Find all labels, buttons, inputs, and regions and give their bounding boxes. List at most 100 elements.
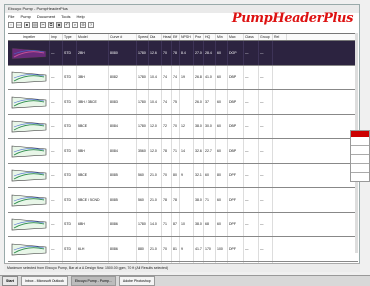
cell-min: 60 <box>216 139 228 163</box>
print-icon[interactable]: ▤ <box>32 22 38 28</box>
cell-model: 6BH <box>77 212 109 236</box>
cell-hq: 28.4 <box>204 41 216 65</box>
menu-item-tools[interactable]: Tools <box>61 13 70 20</box>
task-pump-app[interactable]: Ebcuyo Pump - Pump... <box>70 276 116 286</box>
cell-npsh: 8.4 <box>180 41 194 65</box>
column-header-type[interactable]: Type <box>63 34 77 40</box>
cell-cls: — <box>244 212 259 236</box>
column-header-rel[interactable]: Rel <box>273 34 287 40</box>
cell-model: 6LH <box>77 237 109 261</box>
column-header-model[interactable]: Model <box>77 34 109 40</box>
cell-hq: 71 <box>204 188 216 212</box>
column-header-npsh[interactable]: NPSH <box>180 34 194 40</box>
column-header-speed[interactable]: Speed <box>137 34 149 40</box>
menu-item-pump[interactable]: Pump <box>20 13 30 20</box>
column-header-dia[interactable]: Dia <box>149 34 162 40</box>
cell-hq: 30.0 <box>204 114 216 138</box>
cell-max: DBP <box>228 139 244 163</box>
table-row[interactable]: — STD 6LH 8086 880 21.0 70 81 9 41.7 170 100 DPF — — <box>8 237 358 262</box>
cell-hq: 68 <box>204 212 216 236</box>
app-window: Ebcuyo Pump - PumpHeaderPlus File Pump Doc… <box>4 4 360 272</box>
cell-model: 5BCE <box>77 163 109 187</box>
start-button[interactable]: Start <box>2 276 18 286</box>
column-header-hq[interactable]: HQ <box>204 34 216 40</box>
cell-min: 100 <box>216 237 228 261</box>
impeller-thumbnail <box>8 90 50 114</box>
cell-grp: — <box>259 237 273 261</box>
menu-item-document[interactable]: Document <box>37 13 55 20</box>
cell-eff: 70 <box>172 114 180 138</box>
undo-icon[interactable]: ↶ <box>64 22 70 28</box>
impeller-thumbnail <box>8 114 50 138</box>
impeller-thumbnail <box>8 212 50 236</box>
table-row[interactable]: — STD 5BH 8084 3560 12.0 78 71 14 32.6 22.7 60 DBP — — <box>8 139 358 164</box>
cell-type: STD <box>63 65 77 89</box>
cell-max: DPF <box>228 212 244 236</box>
paste-icon[interactable]: ▣ <box>56 22 62 28</box>
menu-item-help[interactable]: Help <box>76 13 84 20</box>
table-row[interactable]: — STD 5BCE 8084 1780 12.0 72 70 12 38.0 30.0 60 DBP —… <box>8 114 358 139</box>
cell-imp: — <box>50 212 63 236</box>
cell-cls: — <box>244 139 259 163</box>
cell-curve: 8086 <box>109 237 137 261</box>
table-row[interactable]: — STD 3BH / 3BCE 8083 1780 10.4 74 75 26.0 37 60 DB… <box>8 90 358 115</box>
cell-curve: 8083 <box>109 90 137 114</box>
cell-type: STD <box>63 237 77 261</box>
column-header-eff[interactable]: Eff <box>172 34 180 40</box>
column-header-max[interactable]: Max <box>228 34 244 40</box>
cell-eff: 87 <box>172 212 180 236</box>
column-header-impeller[interactable]: Impeller <box>8 34 50 40</box>
table-row[interactable]: — STD 2BH 8080 1780 12.6 70 78 8.4 27.0 28.4 60 DOP —… <box>8 41 358 66</box>
cell-type: STD <box>63 114 77 138</box>
zoom-icon[interactable]: ⊕ <box>80 22 86 28</box>
cell-head: 78 <box>162 188 172 212</box>
cell-head: 70 <box>162 163 172 187</box>
pump-table: Impeller Imp Type Model Curve # Speed Dia Head E… <box>8 33 358 271</box>
cell-curve: 8082 <box>109 65 137 89</box>
menu-item-file[interactable]: File <box>8 13 14 20</box>
save-icon[interactable]: ■ <box>24 22 30 28</box>
table-row[interactable]: — STD 3BH 8082 1780 10.4 74 74 19 26.8 41.0 60 DBP — — <box>8 65 358 90</box>
cell-min: 80 <box>216 163 228 187</box>
open-icon[interactable]: ▭ <box>16 22 22 28</box>
cell-npsh <box>180 188 194 212</box>
find-icon[interactable]: ⌕ <box>72 22 78 28</box>
impeller-thumbnail <box>8 139 50 163</box>
column-header-group[interactable]: Group <box>259 34 273 40</box>
cell-hq: 22.7 <box>204 139 216 163</box>
cell-pwr: 38.0 <box>194 212 204 236</box>
popup-cell <box>351 164 369 173</box>
column-header-class[interactable]: Class <box>244 34 259 40</box>
column-header-imp[interactable]: Imp <box>50 34 63 40</box>
table-row[interactable]: — STD 6BH 8086 1780 14.0 71 87 10 38.0 68 60 DPF — — <box>8 212 358 237</box>
taskbar: Start Inbox - Microsoft Outlook Ebcuyo P… <box>0 275 370 286</box>
cell-head: 70 <box>162 237 172 261</box>
cell-imp: — <box>50 163 63 187</box>
cell-npsh: 14 <box>180 139 194 163</box>
cell-dia: 12.0 <box>149 114 162 138</box>
table-row[interactable]: — STD 5BCE / 5CND 8085 560 21.0 78 78 38.0 71 60 DP… <box>8 188 358 213</box>
new-icon[interactable]: ▫ <box>8 22 14 28</box>
table-row[interactable]: — STD 5BCE 8085 560 21.0 70 80 9 32.1 60 80 DPF — — <box>8 163 358 188</box>
cell-cls: — <box>244 90 259 114</box>
cell-model: 3BH <box>77 65 109 89</box>
cut-icon[interactable]: ✂ <box>40 22 46 28</box>
task-photoshop[interactable]: Adobe Photoshop <box>118 276 155 286</box>
column-header-head[interactable]: Head <box>162 34 172 40</box>
task-outlook[interactable]: Inbox - Microsoft Outlook <box>20 276 68 286</box>
copy-icon[interactable]: ⧉ <box>48 22 54 28</box>
cell-eff: 78 <box>172 41 180 65</box>
side-popup-window[interactable] <box>350 130 370 182</box>
cell-eff: 80 <box>172 163 180 187</box>
cell-model: 3BH / 3BCE <box>77 90 109 114</box>
cell-speed: 1780 <box>137 41 149 65</box>
help-icon[interactable]: ? <box>88 22 94 28</box>
cell-type: STD <box>63 212 77 236</box>
column-header-pwr[interactable]: Pwr <box>194 34 204 40</box>
cell-max: DBP <box>228 65 244 89</box>
column-header-min[interactable]: Min <box>216 34 228 40</box>
cell-dia: 21.0 <box>149 237 162 261</box>
cell-dia: 21.0 <box>149 188 162 212</box>
column-header-curve-[interactable]: Curve # <box>109 34 137 40</box>
popup-cell <box>351 155 369 164</box>
